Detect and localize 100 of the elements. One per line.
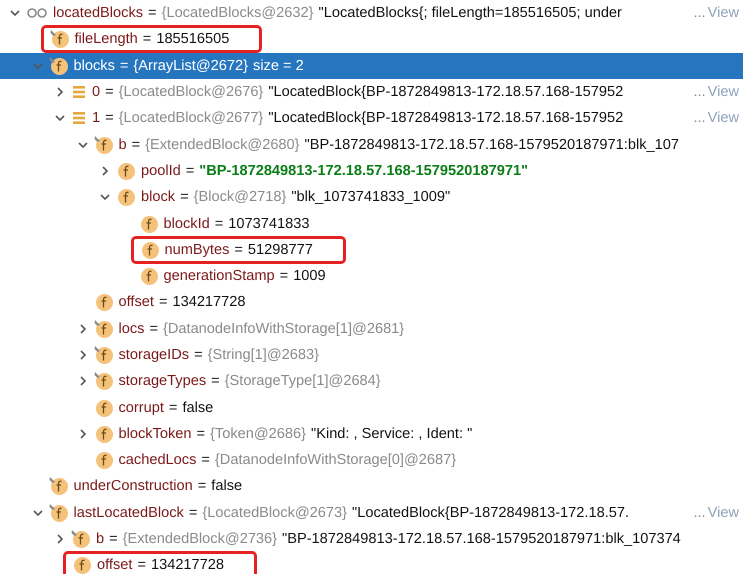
glasses-icon bbox=[26, 7, 48, 20]
variable-name: b bbox=[96, 531, 104, 548]
field-icon bbox=[138, 266, 158, 286]
ellipsis: ... bbox=[693, 84, 706, 100]
variable-value: "LocatedBlock{BP-1872849813-172.18.57.168-157952 bbox=[268, 110, 624, 126]
variable-value: 51298777 bbox=[248, 242, 313, 258]
pinned-field-icon bbox=[71, 529, 91, 550]
variable-name: 1 bbox=[92, 110, 100, 126]
variable-value: 134217728 bbox=[150, 557, 224, 574]
equals-sign: = bbox=[158, 294, 168, 310]
pinned-field-icon bbox=[94, 345, 114, 365]
field-icon bbox=[94, 398, 114, 418]
variable-name: generationStamp bbox=[164, 268, 275, 284]
type-reference: {DatanodeInfoWithStorage[1]@2681} bbox=[162, 320, 404, 337]
field-icon bbox=[72, 555, 92, 574]
tree-row[interactable]: storageTypes = {StorageType[1]@2684} bbox=[0, 368, 743, 394]
variable-name: corrupt bbox=[118, 400, 164, 416]
equals-sign: = bbox=[105, 110, 114, 126]
variable-name: poolId bbox=[141, 162, 181, 179]
equals-sign: = bbox=[132, 136, 140, 153]
field-icon bbox=[138, 214, 158, 234]
equals-sign: = bbox=[137, 557, 146, 574]
type-reference: {LocatedBlock@2673} bbox=[202, 504, 348, 521]
equals-sign: = bbox=[198, 478, 206, 494]
variable-name: offset bbox=[118, 294, 154, 310]
equals-sign: = bbox=[180, 189, 189, 206]
variable-name: numBytes bbox=[164, 242, 230, 258]
tree-row[interactable]: offset = 134217728 bbox=[0, 552, 743, 574]
tree-row[interactable]: offset = 134217728 bbox=[0, 289, 743, 316]
equals-sign: = bbox=[105, 84, 114, 100]
type-reference: {String[1]@2683} bbox=[208, 347, 319, 363]
variable-name: blockToken bbox=[118, 426, 192, 442]
tree-row[interactable]: corrupt = false bbox=[0, 394, 743, 421]
tree-row[interactable]: b = {ExtendedBlock@2680} "BP-1872849813-172.18.57.168-1579520187971:blk_107 bbox=[0, 131, 743, 158]
type-reference: {LocatedBlock@2676} bbox=[118, 84, 264, 100]
variable-value: "BP-1872849813-172.18.57.168-1579520187971:blk_107 bbox=[304, 136, 679, 153]
variable-name: b bbox=[118, 136, 127, 153]
equals-sign: = bbox=[188, 504, 198, 521]
type-reference: {DatanodeInfoWithStorage[0]@2687} bbox=[214, 452, 456, 468]
field-icon bbox=[116, 160, 136, 181]
type-reference: {StorageType[1]@2684} bbox=[224, 373, 381, 390]
equals-sign: = bbox=[214, 216, 224, 232]
tree-row[interactable]: blockId = 1073741833 bbox=[0, 210, 743, 237]
tree-row[interactable]: cachedLocs = {DatanodeInfoWithStorage[0]@2687} bbox=[0, 447, 743, 474]
pinned-field-icon bbox=[94, 134, 114, 155]
variable-value: "BP-1872849813-172.18.57.168-1579520187971:blk_107374 bbox=[282, 531, 681, 548]
tree-row[interactable]: numBytes = 51298777 bbox=[0, 236, 743, 263]
equals-sign: = bbox=[168, 400, 178, 416]
tree-row[interactable]: poolId = "BP-1872849813-172.18.57.168-1579520187971" bbox=[0, 158, 743, 184]
tree-row[interactable]: blockToken = {Token@2686} "Kind: , Service: , Ident: " bbox=[0, 420, 743, 448]
equals-sign: = bbox=[120, 58, 128, 74]
tree-row[interactable]: 1 = {LocatedBlock@2677} "LocatedBlock{BP-1872849813-172.18.57.168-157952 ...View bbox=[0, 105, 743, 132]
tree-row[interactable]: locs = {DatanodeInfoWithStorage[1]@2681} bbox=[0, 316, 743, 342]
equals-sign: = bbox=[109, 531, 118, 548]
tree-row[interactable]: underConstruction = false bbox=[0, 473, 743, 500]
pinned-field-icon bbox=[48, 56, 68, 76]
variable-name: storageTypes bbox=[118, 373, 206, 390]
variable-name: fileLength bbox=[74, 31, 138, 48]
tree-row[interactable]: blocks = {ArrayList@2672} size = 2 bbox=[0, 52, 743, 79]
variable-name: block bbox=[141, 189, 176, 206]
tree-row[interactable]: lastLocatedBlock = {LocatedBlock@2673} "LocatedBlock{BP-1872849813-172.18.57. ...View bbox=[0, 500, 743, 526]
pinned-field-icon bbox=[48, 476, 68, 496]
pinned-field-icon bbox=[50, 29, 70, 50]
equals-sign: = bbox=[194, 347, 203, 363]
ellipsis: ... bbox=[693, 5, 706, 22]
tree-row[interactable]: storageIDs = {String[1]@2683} bbox=[0, 342, 743, 368]
type-reference: {ExtendedBlock@2736} bbox=[122, 531, 278, 548]
pinned-field-icon bbox=[94, 371, 114, 392]
variable-name: storageIDs bbox=[118, 347, 190, 363]
equals-sign: = bbox=[234, 242, 243, 258]
field-icon bbox=[116, 187, 136, 208]
tree-row[interactable]: generationStamp = 1009 bbox=[0, 262, 743, 290]
tree-row[interactable]: fileLength = 185516505 bbox=[0, 26, 743, 53]
field-icon bbox=[140, 240, 160, 260]
tree-row[interactable]: block = {Block@2718} "blk_1073741833_1009" bbox=[0, 184, 743, 210]
equals-sign: = bbox=[211, 373, 220, 390]
equals-sign: = bbox=[201, 452, 210, 468]
pinned-field-icon bbox=[94, 318, 114, 339]
variable-value: "LocatedBlock{BP-1872849813-172.18.57. bbox=[352, 504, 630, 521]
tree-row[interactable]: locatedBlocks = {LocatedBlocks@2632} "LocatedBlocks{; fileLength=185516505; under ...View bbox=[0, 0, 743, 26]
equals-sign: = bbox=[280, 268, 288, 284]
variable-name: 0 bbox=[92, 84, 100, 100]
variable-name: underConstruction bbox=[74, 478, 193, 494]
variable-value: "Kind: , Service: , Ident: " bbox=[311, 426, 472, 442]
variable-value: 185516505 bbox=[156, 31, 230, 48]
tree-row[interactable]: b = {ExtendedBlock@2736} "BP-1872849813-172.18.57.168-1579520187971:blk_107374 bbox=[0, 526, 743, 552]
equals-sign: = bbox=[196, 426, 206, 442]
variable-value: "blk_1073741833_1009" bbox=[291, 189, 450, 206]
field-icon bbox=[94, 450, 114, 470]
variable-value: false bbox=[182, 400, 214, 416]
tree-row[interactable]: 0 = {LocatedBlock@2676} "LocatedBlock{BP-1872849813-172.18.57.168-157952 ...View bbox=[0, 78, 743, 106]
variable-name: lastLocatedBlock bbox=[74, 504, 184, 521]
equals-sign: = bbox=[148, 5, 157, 22]
variable-value: "LocatedBlocks{; fileLength=185516505; under bbox=[318, 5, 622, 22]
pinned-field-icon bbox=[48, 502, 68, 523]
field-icon bbox=[94, 292, 114, 312]
ellipsis: ... bbox=[693, 110, 706, 126]
variable-value: 1009 bbox=[293, 268, 326, 284]
list-lines-icon bbox=[71, 84, 87, 100]
type-reference: {Block@2718} bbox=[194, 189, 286, 206]
